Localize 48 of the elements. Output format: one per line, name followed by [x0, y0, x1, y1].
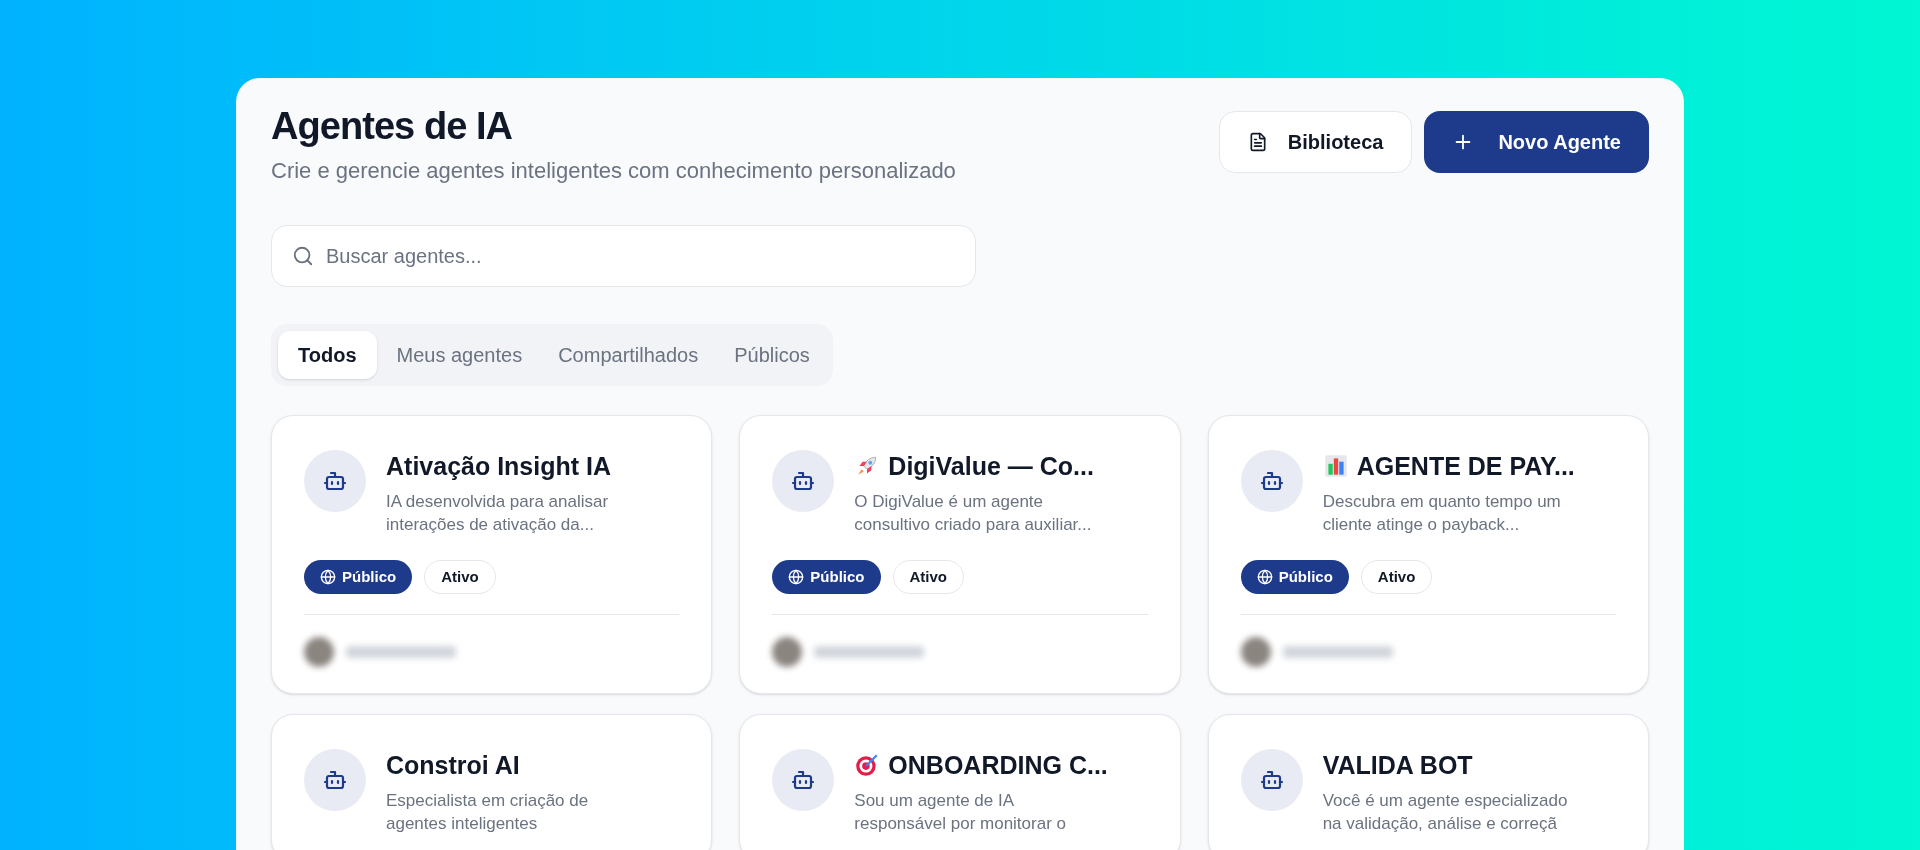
agent-card[interactable]: ONBOARDING C... Sou um agente de IA responsável por monitorar o	[739, 714, 1181, 850]
globe-icon	[788, 569, 805, 585]
filter-tab[interactable]: Todos	[278, 331, 377, 379]
robot-icon	[323, 469, 347, 493]
status-badge: Ativo	[892, 560, 964, 594]
agent-name: AGENTE DE PAY...	[1356, 451, 1575, 482]
agent-description: Você é um agente especializado na validação, análise e correçã	[1322, 790, 1568, 835]
public-badge: Público	[1240, 560, 1349, 594]
search-field[interactable]: Buscar agentes...	[271, 225, 976, 287]
search-input[interactable]: Buscar agentes...	[326, 241, 955, 271]
search-icon	[292, 245, 314, 267]
page-subtitle: Crie e gerencie agentes inteligentes com conhecimento personalizado	[271, 157, 956, 185]
blurred-avatar	[304, 637, 334, 667]
agent-name: ONBOARDING C...	[888, 750, 1108, 781]
robot-icon	[1259, 469, 1284, 493]
agent-card[interactable]: Constroi AI Especialista em criação de agentes inteligentes	[271, 714, 713, 850]
agent-description: Especialista em criação de agentes inteligentes	[386, 790, 589, 835]
robot-icon	[791, 469, 816, 493]
status-badge: Ativo	[424, 560, 496, 594]
blurred-avatar	[772, 637, 803, 667]
globe-icon	[1256, 569, 1273, 585]
bar-chart-icon	[1322, 453, 1349, 479]
filter-tab[interactable]: Compartilhados	[542, 331, 715, 379]
blurred-avatar	[1240, 637, 1271, 667]
agent-name: VALIDA BOT	[1322, 750, 1473, 781]
agent-description: Sou um agente de IA responsável por monitorar o	[854, 790, 1067, 835]
globe-icon	[320, 569, 336, 585]
agent-card[interactable]: VALIDA BOT Você é um agente especializado na validação, análise e correçã	[1207, 714, 1649, 850]
agent-card[interactable]: DigiValue — Co... O DigiValue é um agente consultivo criado para auxiliar... Público Ativo	[739, 415, 1181, 694]
robot-icon	[791, 768, 816, 792]
agent-description: O DigiValue é um agente consultivo criado para auxiliar...	[854, 491, 1093, 536]
agent-card[interactable]: Ativação Insight IA IA desenvolvida para analisar interações de ativação da... Público Ativo	[271, 415, 713, 694]
robot-icon	[323, 768, 347, 792]
public-badge: Público	[304, 560, 413, 594]
page-title: Agentes de IA	[271, 104, 514, 149]
robot-icon	[1259, 768, 1284, 792]
public-badge: Público	[772, 560, 881, 594]
new-agent-button[interactable]: Novo Agente	[1424, 111, 1649, 173]
library-button[interactable]: Biblioteca	[1218, 111, 1413, 173]
agent-card[interactable]: AGENTE DE PAY... Descubra em quanto tempo um cliente atinge o payback... Público Ativo	[1207, 415, 1649, 694]
status-badge: Ativo	[1360, 560, 1433, 594]
filter-tab[interactable]: Públicos	[718, 331, 826, 379]
agent-description: IA desenvolvida para analisar interações de ativação da...	[386, 491, 610, 536]
agent-description: Descubra em quanto tempo um cliente atinge o payback...	[1322, 491, 1562, 536]
agent-name: Constroi AI	[386, 750, 520, 781]
agent-name: DigiValue — Co...	[888, 451, 1094, 482]
agent-name: Ativação Insight IA	[386, 451, 612, 482]
filter-tab[interactable]: Meus agentes	[380, 331, 539, 379]
